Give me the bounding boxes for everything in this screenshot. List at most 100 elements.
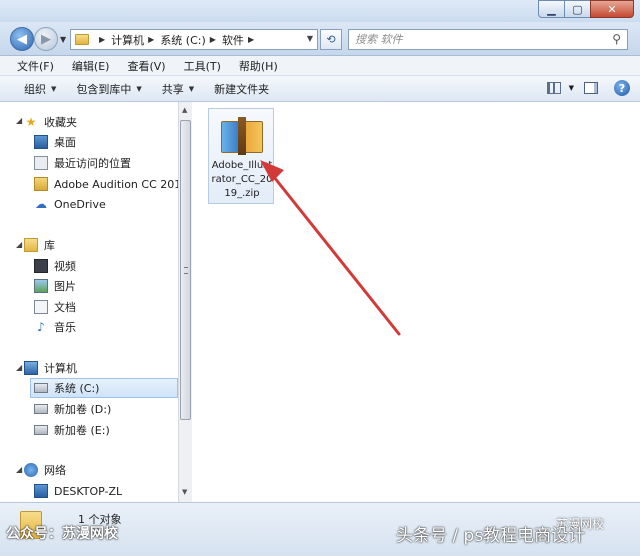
nav-libraries[interactable]: 库 [24,235,55,255]
drive-icon [34,383,48,393]
command-bar: 组织 ▼ 包含到库中 ▼ 共享 ▼ 新建文件夹 ▼ ? [0,76,640,102]
view-options-icon[interactable] [546,82,561,94]
breadcrumb-drive-c[interactable]: 系统 (C:) [160,32,205,48]
desktop-icon [34,135,48,149]
expand-icon[interactable]: ◢ [16,363,22,372]
close-button[interactable]: ✕ [590,0,634,18]
picture-icon [34,279,48,293]
scroll-up-icon[interactable]: ▲ [182,106,187,114]
nav-label: 新加卷 (E:) [54,424,110,437]
breadcrumb-computer[interactable]: 计算机 [111,32,144,48]
nav-label: 桌面 [54,136,76,149]
nav-drive-c[interactable]: 系统 (C:) [30,378,178,398]
title-bar: ▁ ▢ ✕ [0,0,640,22]
include-library-button[interactable]: 包含到库中 ▼ [66,81,151,97]
organize-label: 组织 [24,82,46,96]
expand-icon[interactable]: ◢ [16,240,22,249]
view-dropdown-icon[interactable]: ▼ [569,84,574,92]
folder-icon [75,34,89,45]
nav-computer[interactable]: 计算机 [24,358,77,378]
nav-desktop[interactable]: 桌面 [34,132,76,152]
window-controls: ▁ ▢ ✕ [538,0,634,18]
menu-edit[interactable]: 编辑(E) [63,58,119,74]
recent-places-icon [34,156,48,170]
menu-view[interactable]: 查看(V) [118,58,174,74]
drive-icon [34,425,48,435]
search-icon[interactable]: ⚲ [612,32,621,46]
watermark-right: 头条号 / ps教程电商设计 [396,526,586,546]
drive-icon [34,404,48,414]
share-button[interactable]: 共享 ▼ [152,81,204,97]
video-icon [34,259,48,273]
refresh-icon: ⟲ [326,33,336,46]
nav-network[interactable]: 网络 [24,460,66,480]
help-icon[interactable]: ? [614,80,630,96]
nav-music[interactable]: ♪ 音乐 [34,317,76,337]
nav-label: Adobe Audition CC 2017 [54,177,178,191]
nav-desktop-zl[interactable]: DESKTOP-ZL [34,481,122,501]
network-icon [24,463,38,477]
nav-label: DESKTOP-ZL [54,484,123,498]
navigation-pane: ◢ ★ 收藏夹 桌面 最近访问的位置 Adobe Audition CC 2017… [0,102,178,502]
grip-icon [184,267,188,274]
nav-adobe-audition[interactable]: Adobe Audition CC 2017 [34,174,178,194]
nav-label: 计算机 [44,362,77,375]
menu-help[interactable]: 帮助(H) [230,58,287,74]
nav-label: 新加卷 (D:) [54,403,112,416]
menu-file[interactable]: 文件(F) [8,58,63,74]
breadcrumb: ▶ 计算机 ▶ 系统 (C:) ▶ 软件 ▶ [95,32,260,48]
new-folder-button[interactable]: 新建文件夹 [204,81,279,97]
nav-scrollbar[interactable]: ▲ ▼ [178,102,192,502]
nav-label: 图片 [54,280,76,293]
forward-button[interactable]: ▶ [34,27,58,51]
refresh-button[interactable]: ⟲ [320,29,342,50]
computer-icon [34,484,48,498]
expand-icon[interactable]: ◢ [16,116,22,125]
folder-icon [34,177,48,191]
nav-recent[interactable]: 最近访问的位置 [34,153,131,173]
nav-favorites[interactable]: ★ 收藏夹 [24,112,77,132]
caret-down-icon: ▼ [136,84,142,93]
search-box: ⚲ [348,29,628,50]
star-icon: ★ [25,115,37,129]
document-icon [34,300,48,314]
minimize-button[interactable]: ▁ [538,0,564,18]
chevron-right-icon: ▶ [148,35,155,44]
scroll-down-icon[interactable]: ▼ [182,488,187,496]
new-folder-label: 新建文件夹 [214,82,270,96]
back-button[interactable]: ◀ [10,27,34,51]
nav-label: 系统 (C:) [54,382,100,395]
preview-pane-icon[interactable] [584,82,598,94]
nav-videos[interactable]: 视频 [34,256,76,276]
address-box[interactable]: ▶ 计算机 ▶ 系统 (C:) ▶ 软件 ▶ ▼ [70,29,318,50]
nav-onedrive[interactable]: ☁ OneDrive [34,194,106,214]
computer-icon [24,361,38,375]
arrow-left-icon: ◀ [17,31,27,47]
nav-drive-e[interactable]: 新加卷 (E:) [34,420,110,440]
scrollbar-thumb[interactable] [180,120,191,420]
annotation-arrow [260,160,401,336]
nav-label: 库 [44,239,55,252]
organize-button[interactable]: 组织 ▼ [14,81,66,97]
address-toolbar: ◀ ▶ ▼ ▶ 计算机 ▶ 系统 (C:) ▶ 软件 ▶ ▼ ⟲ ⚲ [0,22,640,56]
maximize-button[interactable]: ▢ [564,0,590,18]
chevron-right-icon: ▶ [247,35,255,44]
menu-tools[interactable]: 工具(T) [175,58,230,74]
menu-bar: 文件(F) 编辑(E) 查看(V) 工具(T) 帮助(H) [0,56,640,76]
nav-documents[interactable]: 文档 [34,297,76,317]
include-library-label: 包含到库中 [76,82,132,96]
search-input[interactable] [349,33,589,46]
recent-pages-dropdown[interactable]: ▼ [60,35,66,44]
caret-down-icon: ▼ [51,84,57,93]
nav-label: 音乐 [54,321,76,334]
nav-drive-d[interactable]: 新加卷 (D:) [34,399,111,419]
arrow-right-icon: ▶ [41,31,51,47]
status-bar: 1 个对象 公众号：苏漫网校 苏漫网校 头条号 / ps教程电商设计 [0,502,640,556]
caret-down-icon: ▼ [188,84,195,93]
expand-icon[interactable]: ◢ [16,465,22,474]
chevron-right-icon: ▶ [99,35,106,44]
address-history-dropdown[interactable]: ▼ [307,34,313,43]
share-label: 共享 [161,82,184,96]
breadcrumb-software[interactable]: 软件 [222,32,244,48]
nav-pictures[interactable]: 图片 [34,276,76,296]
